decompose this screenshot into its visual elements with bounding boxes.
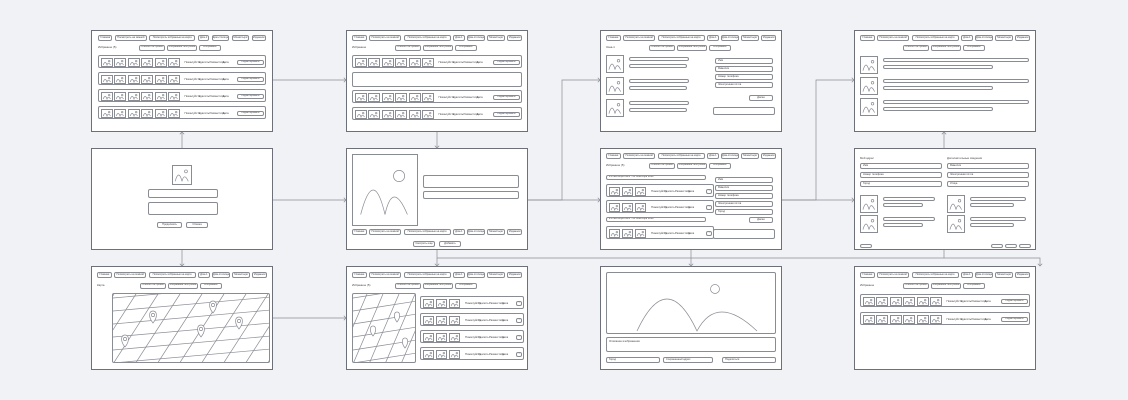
flow-connector <box>528 79 600 201</box>
flow-connector <box>437 257 1041 266</box>
flow-connector <box>782 79 854 201</box>
flow-canvas: Главная Посмотреть на земной Посмотреть из… <box>0 0 1128 400</box>
connectors <box>179 77 1043 321</box>
